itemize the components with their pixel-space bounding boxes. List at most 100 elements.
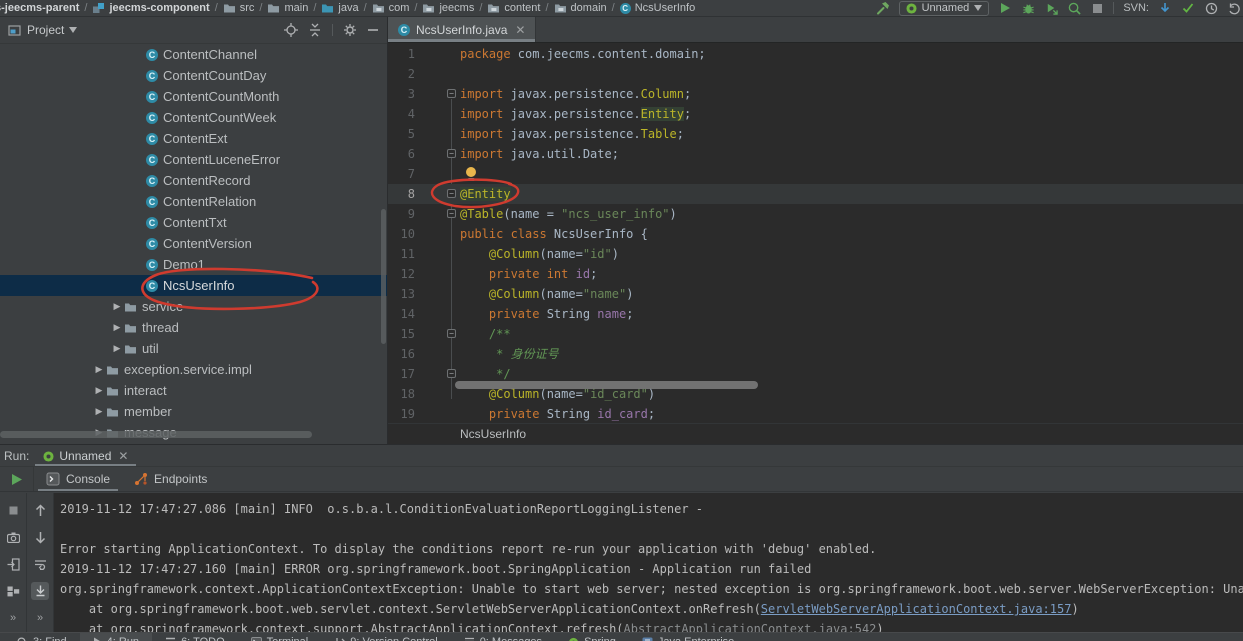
editor-breadcrumb[interactable]: NcsUserInfo	[388, 423, 1243, 444]
code-line-1[interactable]: 1package com.jeecms.content.domain;	[388, 44, 1243, 64]
code-line-10[interactable]: 10public class NcsUserInfo {	[388, 224, 1243, 244]
code-line-16[interactable]: 16 * 身份证号	[388, 344, 1243, 364]
collapse-all-icon[interactable]	[308, 23, 322, 37]
statusbar-java-enterprise[interactable]: Java Enterprise	[629, 633, 747, 641]
rerun-button[interactable]	[0, 467, 34, 491]
code-line-8[interactable]: 8−@Entity	[388, 184, 1243, 204]
down-icon[interactable]	[31, 528, 49, 546]
breadcrumb-item[interactable]: content	[487, 2, 540, 14]
fold-icon[interactable]: −	[447, 369, 456, 378]
statusbar-0-messages[interactable]: 0: Messages	[451, 633, 555, 641]
code-line-6[interactable]: 6−import java.util.Date;	[388, 144, 1243, 164]
code-line-15[interactable]: 15− /**	[388, 324, 1243, 344]
code-line-7[interactable]: 7	[388, 164, 1243, 184]
stop-icon[interactable]	[4, 501, 22, 519]
soft-wrap-icon[interactable]	[31, 555, 49, 573]
tree-item-contentcountmonth[interactable]: CContentCountMonth	[0, 86, 387, 107]
tree-item-contentchannel[interactable]: CContentChannel	[0, 44, 387, 65]
vertical-scrollbar[interactable]	[381, 209, 386, 344]
tree-item-exception-service-impl[interactable]: ▶exception.service.impl	[0, 359, 387, 380]
tree-item-contentrelation[interactable]: CContentRelation	[0, 191, 387, 212]
horizontal-scrollbar[interactable]	[455, 381, 758, 389]
code-area[interactable]: 1package com.jeecms.content.domain;23−im…	[388, 44, 1243, 423]
editor-tab[interactable]: C NcsUserInfo.java ✕	[388, 17, 536, 42]
statusbar-terminal[interactable]: Terminal	[238, 633, 322, 641]
close-icon[interactable]: ✕	[515, 23, 525, 37]
chevron-down-icon[interactable]	[69, 27, 77, 33]
tree-item-contentluceneerror[interactable]: CContentLuceneError	[0, 149, 387, 170]
code-line-19[interactable]: 19 private String id_card;	[388, 404, 1243, 424]
fold-icon[interactable]: −	[447, 89, 456, 98]
tree-item-thread[interactable]: ▶thread	[0, 317, 387, 338]
scroll-end-icon[interactable]	[31, 582, 49, 600]
tree-item-util[interactable]: ▶util	[0, 338, 387, 359]
expand-arrow-icon[interactable]: ▶	[110, 343, 124, 354]
settings-icon[interactable]	[343, 23, 357, 37]
breadcrumb-item[interactable]: s-jeecms-parent	[0, 2, 79, 14]
run-button[interactable]	[998, 1, 1012, 15]
tree-item-contentrecord[interactable]: CContentRecord	[0, 170, 387, 191]
attach-icon[interactable]	[4, 555, 22, 573]
tree-item-contentext[interactable]: CContentExt	[0, 128, 387, 149]
tree-item-member[interactable]: ▶member	[0, 401, 387, 422]
breadcrumb-item[interactable]: src	[223, 2, 255, 14]
breadcrumb-item[interactable]: main	[267, 2, 308, 14]
fold-icon[interactable]: −	[447, 209, 456, 218]
history-icon[interactable]	[1204, 1, 1218, 15]
tab-console[interactable]: Console	[34, 467, 122, 491]
fold-icon[interactable]: −	[447, 329, 456, 338]
project-panel-title[interactable]: Project	[27, 23, 64, 37]
editor-breadcrumb-item[interactable]: NcsUserInfo	[460, 427, 526, 441]
camera-icon[interactable]	[4, 528, 22, 546]
statusbar-3-find[interactable]: 3: Find	[4, 633, 80, 641]
fold-icon[interactable]: −	[447, 189, 456, 198]
expand-arrow-icon[interactable]: ▶	[92, 364, 106, 375]
rollback-icon[interactable]	[1227, 1, 1241, 15]
tree-item-contentcountday[interactable]: CContentCountDay	[0, 65, 387, 86]
profiler-button[interactable]	[1067, 1, 1081, 15]
layout-icon[interactable]	[4, 582, 22, 600]
code-line-9[interactable]: 9−@Table(name = "ncs_user_info")	[388, 204, 1243, 224]
tree-item-demo1[interactable]: CDemo1	[0, 254, 387, 275]
horizontal-scrollbar[interactable]	[0, 431, 312, 438]
breadcrumb-item[interactable]: com	[372, 2, 410, 14]
expand-arrow-icon[interactable]: ▶	[92, 406, 106, 417]
breadcrumb-item[interactable]: jeecms	[422, 2, 474, 14]
locate-icon[interactable]	[284, 23, 298, 37]
tree-item-contentversion[interactable]: CContentVersion	[0, 233, 387, 254]
stop-icon[interactable]	[1090, 1, 1104, 15]
up-icon[interactable]	[31, 501, 49, 519]
stacktrace-link[interactable]: ServletWebServerApplicationContext.java:…	[761, 602, 1072, 616]
build-hammer-icon[interactable]	[876, 1, 890, 15]
tree-item-ncsuserinfo[interactable]: CNcsUserInfo	[0, 275, 387, 296]
statusbar-spring[interactable]: Spring	[555, 633, 629, 641]
statusbar-6-todo[interactable]: 6: TODO	[152, 633, 238, 641]
tree-item-interact[interactable]: ▶interact	[0, 380, 387, 401]
run-config-dropdown[interactable]: Unnamed	[899, 1, 990, 16]
code-line-3[interactable]: 3−import javax.persistence.Column;	[388, 84, 1243, 104]
fold-icon[interactable]: −	[447, 149, 456, 158]
expand-arrow-icon[interactable]: ▶	[110, 301, 124, 312]
coverage-button[interactable]	[1044, 1, 1058, 15]
close-icon[interactable]: ✕	[118, 449, 128, 463]
tree-item-contentcountweek[interactable]: CContentCountWeek	[0, 107, 387, 128]
tree-item-service[interactable]: ▶service	[0, 296, 387, 317]
statusbar-9-version-control[interactable]: 9: Version Control	[321, 633, 450, 641]
code-line-12[interactable]: 12 private int id;	[388, 264, 1243, 284]
expand-arrow-icon[interactable]: ▶	[110, 322, 124, 333]
run-config-tab[interactable]: Unnamed ✕	[35, 449, 136, 466]
code-line-5[interactable]: 5import javax.persistence.Table;	[388, 124, 1243, 144]
vcs-commit-icon[interactable]	[1181, 1, 1195, 15]
breadcrumb-item[interactable]: java	[321, 2, 358, 14]
statusbar-4-run[interactable]: 4: Run	[80, 633, 152, 641]
console-output[interactable]: 2019-11-12 17:47:27.086 [main] INFO o.s.…	[54, 493, 1243, 633]
code-line-14[interactable]: 14 private String name;	[388, 304, 1243, 324]
more-icon[interactable]: »	[4, 609, 22, 627]
code-line-4[interactable]: 4import javax.persistence.Entity;	[388, 104, 1243, 124]
expand-arrow-icon[interactable]: ▶	[92, 385, 106, 396]
breadcrumb-item[interactable]: jeecms-component	[92, 2, 209, 14]
tree-item-contenttxt[interactable]: CContentTxt	[0, 212, 387, 233]
vcs-update-icon[interactable]	[1158, 1, 1172, 15]
tab-endpoints[interactable]: Endpoints	[122, 467, 219, 491]
breadcrumb-item[interactable]: CNcsUserInfo	[620, 2, 696, 14]
